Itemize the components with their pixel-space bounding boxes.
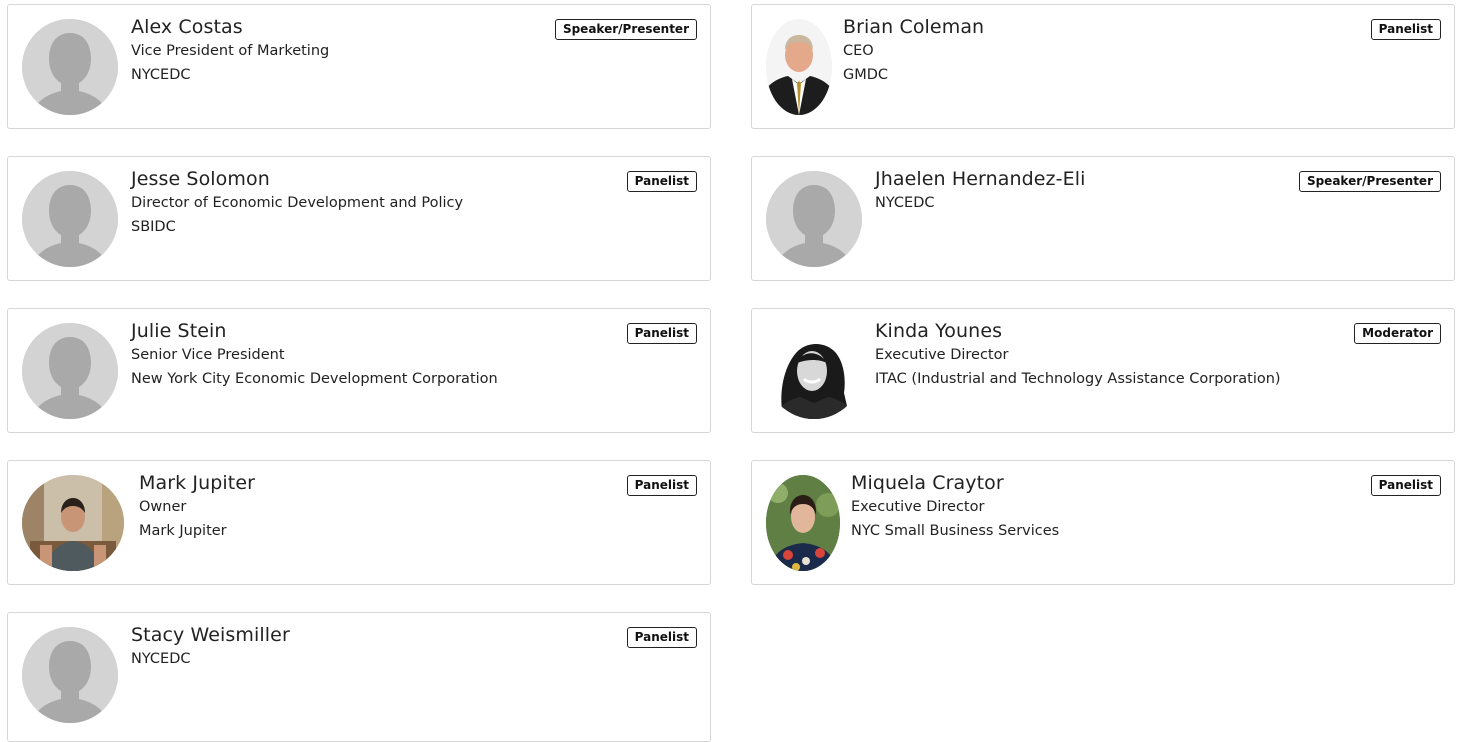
speaker-card[interactable]: Kinda Younes Executive Director ITAC (In… [751, 308, 1455, 433]
role-badge: Panelist [1370, 19, 1441, 40]
speaker-name[interactable]: Miquela Craytor [851, 471, 1059, 495]
default-avatar-icon [22, 323, 118, 419]
speaker-card[interactable]: Stacy Weismiller NYCEDC Panelist [7, 612, 711, 742]
speaker-photo [766, 19, 832, 115]
speaker-organization: NYCEDC [875, 195, 935, 211]
role-badge: Speaker/Presenter [554, 19, 697, 40]
default-avatar-icon [766, 171, 862, 267]
speaker-title: Executive Director [851, 499, 985, 515]
default-avatar-icon [22, 171, 118, 267]
role-badge: Panelist [1370, 475, 1441, 496]
speaker-name[interactable]: Jesse Solomon [131, 167, 463, 191]
speaker-title: Director of Economic Development and Pol… [131, 195, 464, 211]
speaker-card[interactable]: Alex Costas Vice President of Marketing … [7, 4, 711, 129]
speaker-organization: ITAC (Industrial and Technology Assistan… [875, 371, 1281, 387]
speaker-title: Vice President of Marketing [131, 43, 330, 59]
speaker-name[interactable]: Mark Jupiter [139, 471, 255, 495]
speaker-organization: NYCEDC [131, 651, 191, 667]
speaker-title: Owner [139, 499, 187, 515]
speaker-card[interactable]: Brian Coleman CEO GMDC Panelist [751, 4, 1455, 129]
speaker-name[interactable]: Jhaelen Hernandez-Eli [875, 167, 1085, 191]
role-badge: Panelist [626, 323, 697, 344]
role-badge: Panelist [626, 475, 697, 496]
speaker-organization: SBIDC [131, 219, 176, 235]
speaker-photo [766, 323, 862, 419]
speaker-name[interactable]: Stacy Weismiller [131, 623, 290, 647]
speaker-name[interactable]: Kinda Younes [875, 319, 1281, 343]
speaker-organization: NYCEDC [131, 67, 191, 83]
speaker-organization: Mark Jupiter [139, 523, 227, 539]
speaker-name[interactable]: Brian Coleman [843, 15, 984, 39]
speaker-organization: GMDC [843, 67, 889, 83]
default-avatar-icon [22, 19, 118, 115]
speaker-name[interactable]: Julie Stein [131, 319, 498, 343]
role-badge: Speaker/Presenter [1298, 171, 1441, 192]
speaker-photo [22, 475, 124, 571]
speaker-title: Senior Vice President [131, 347, 285, 363]
speaker-card[interactable]: Jhaelen Hernandez-Eli NYCEDC Speaker/Pre… [751, 156, 1455, 281]
speaker-title: CEO [843, 43, 874, 59]
speaker-card[interactable]: Mark Jupiter Owner Mark Jupiter Panelist [7, 460, 711, 585]
speaker-organization: New York City Economic Development Corpo… [131, 371, 498, 387]
role-badge: Panelist [626, 627, 697, 648]
speaker-organization: NYC Small Business Services [851, 523, 1060, 539]
speaker-title: Executive Director [875, 347, 1009, 363]
speaker-photo [766, 475, 840, 571]
default-avatar-icon [22, 627, 118, 723]
speaker-card[interactable]: Miquela Craytor Executive Director NYC S… [751, 460, 1455, 585]
role-badge: Moderator [1354, 323, 1441, 344]
speaker-name[interactable]: Alex Costas [131, 15, 329, 39]
speaker-card[interactable]: Jesse Solomon Director of Economic Devel… [7, 156, 711, 281]
role-badge: Panelist [626, 171, 697, 192]
speaker-card[interactable]: Julie Stein Senior Vice President New Yo… [7, 308, 711, 433]
